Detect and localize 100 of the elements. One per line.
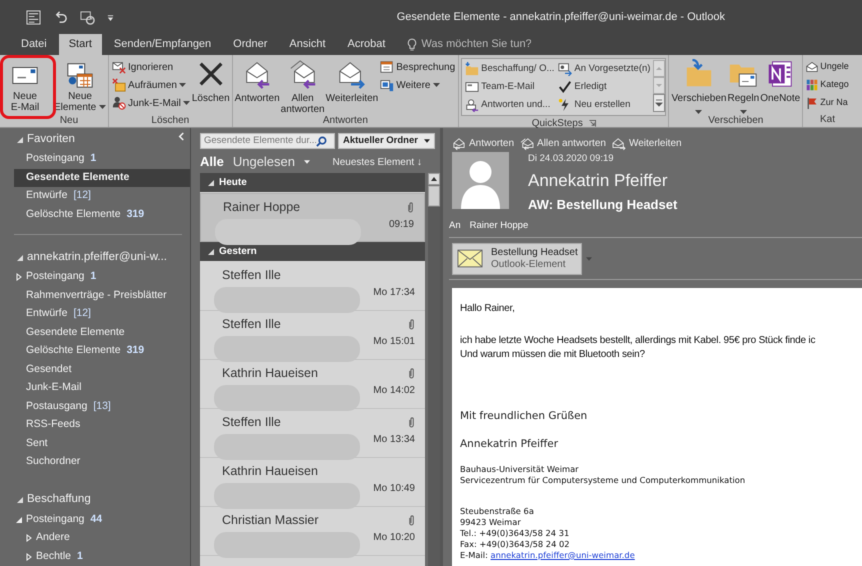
folder-item[interactable]: Sent	[14, 434, 190, 453]
action-button[interactable]: Antworten	[452, 135, 514, 152]
person-block-icon	[112, 96, 126, 110]
ribbon-button[interactable]: Besprechung	[379, 58, 456, 76]
sender-name: Rainer Hoppe	[222, 199, 302, 216]
unread-count: 1	[77, 548, 83, 564]
ribbon-tab[interactable]: Datei	[11, 34, 57, 55]
ribbon-tab[interactable]: Acrobat	[338, 34, 396, 55]
highlight-ring	[0, 55, 56, 119]
group-header[interactable]: Gestern	[200, 242, 425, 261]
ribbon-button[interactable]: Antworten	[234, 57, 280, 113]
quickstep-button[interactable]: Beschaffung/ O...	[464, 60, 556, 78]
undo-icon[interactable]	[53, 10, 68, 24]
ribbon-tab[interactable]: Senden/Empfangen	[104, 34, 222, 55]
sort-button[interactable]: Neuestes Element ↓	[332, 154, 422, 170]
folder-item[interactable]: Gesendete Elemente	[14, 168, 190, 187]
ribbon-button[interactable]: Junk-E-Mail	[111, 94, 191, 112]
filter-tab[interactable]: Ungelesen	[232, 152, 295, 172]
group-label: Neu	[60, 114, 78, 128]
customize-icon[interactable]	[107, 12, 114, 22]
folder-item[interactable]: Gelöschte Elemente 319	[14, 342, 190, 360]
folder-item[interactable]: Suchordner	[14, 453, 190, 472]
ribbon-button[interactable]: Aufräumen	[111, 76, 191, 94]
sender-name: Christian Massier	[221, 512, 320, 529]
unread-count: 319	[126, 206, 144, 222]
caret-icon	[424, 139, 430, 143]
folder-item[interactable]: Gesendete Elemente	[14, 324, 190, 342]
ribbon-button[interactable]: Weitere	[379, 76, 456, 94]
folder-item[interactable]: Entwürfe [12]	[14, 305, 190, 324]
ribbon-tab[interactable]: Ordner	[223, 34, 278, 55]
triangle-icon[interactable]	[208, 248, 214, 254]
ribbon-button[interactable]: Allen antworten	[280, 57, 325, 113]
folder-item[interactable]: Posteingang 1	[14, 150, 190, 168]
chevron-left-icon[interactable]	[178, 132, 185, 141]
scope-dropdown[interactable]: Aktueller Ordner	[338, 133, 435, 149]
window-title: Gesendete Elemente - annekatrin.pfeiffer@uni-weimar.de - Outlook	[396, 10, 725, 25]
search-icon[interactable]	[316, 136, 327, 146]
quickstep-button[interactable]: Team-E-Mail	[464, 78, 556, 96]
triangle-icon[interactable]	[16, 273, 22, 282]
email-link[interactable]: annekatrin.pfeiffer@uni-weimar.de	[490, 550, 635, 560]
checkmark-icon	[558, 80, 572, 94]
triangle-icon[interactable]	[17, 497, 23, 503]
folder-group-header[interactable]: Favoriten	[0, 129, 190, 150]
sender-name: Kathrin Haueisen	[221, 365, 319, 382]
folder-item[interactable]: Bechtle 1	[14, 548, 190, 566]
ribbon-tab[interactable]: Ansicht	[279, 34, 336, 55]
folder-item[interactable]: Posteingang 1	[14, 268, 190, 286]
color-grid-icon	[806, 79, 818, 91]
ribbon-button[interactable]: Katego	[805, 76, 850, 94]
ribbon-button[interactable]: Regeln	[727, 57, 760, 113]
ribbon-button[interactable]: Ungele	[805, 58, 850, 76]
message-time: Mo 15:01	[373, 335, 415, 349]
ribbon-button[interactable]: Verschieben	[671, 57, 726, 113]
triangle-icon[interactable]	[17, 136, 23, 142]
triangle-icon[interactable]	[26, 534, 32, 542]
folder-item[interactable]: Junk-E-Mail	[14, 379, 190, 398]
action-button[interactable]: Allen antworten	[520, 135, 606, 152]
quickstep-button[interactable]: Neu erstellen	[557, 96, 652, 114]
action-button[interactable]: Weiterleiten	[612, 135, 682, 152]
recipient-label: An	[449, 218, 461, 233]
body-text-line: 99423 Weimar	[460, 516, 521, 528]
message-subject: AW: Bestellung Headset	[528, 196, 678, 214]
tell-me-field[interactable]: Was möchten Sie tun?	[421, 36, 532, 53]
ribbon-button[interactable]: Löschen	[192, 57, 230, 113]
folder-item[interactable]: Postausgang [13]	[14, 398, 190, 416]
filter-tab[interactable]: Alle	[200, 152, 224, 172]
quickstep-button[interactable]: Antworten und...	[464, 96, 556, 114]
body-text-line: Fax: +49(0)3643/58 24 02	[460, 538, 570, 550]
group-header[interactable]: Heute	[200, 173, 425, 192]
triangle-icon[interactable]	[17, 254, 23, 260]
message-item[interactable]: Rainer Hoppe 09:19	[200, 193, 425, 242]
envelope-reply-icon	[465, 98, 480, 112]
folder-item[interactable]: Entwürfe [12]	[14, 187, 190, 206]
form-icon[interactable]	[26, 10, 41, 24]
ribbon-button[interactable]: Zur Na	[805, 94, 850, 112]
triangle-icon[interactable]	[208, 180, 214, 186]
folder-item[interactable]: Gesendet	[14, 360, 190, 379]
triangle-icon[interactable]	[16, 516, 22, 523]
dialog-launcher-icon[interactable]	[588, 120, 596, 127]
folder-group-header[interactable]: Beschaffung	[0, 490, 190, 510]
folder-item[interactable]: Posteingang 44	[14, 510, 190, 529]
folder-item[interactable]: RSS-Feeds	[14, 416, 190, 434]
folder-arrow-icon	[465, 62, 480, 76]
sender-name: Steffen Ille	[221, 267, 282, 284]
ribbon-tab[interactable]: Start	[58, 34, 102, 55]
triangle-icon[interactable]	[26, 552, 32, 561]
folder-item[interactable]: Rahmenverträge - Preisblätter	[14, 286, 190, 305]
folder-group-header[interactable]: annekatrin.pfeiffer@uni-w...	[0, 247, 190, 268]
ribbon-button[interactable]: Weiterleiten	[326, 57, 378, 113]
ribbon-button[interactable]: OneNote	[760, 57, 800, 113]
quickstep-button[interactable]: Erledigt	[557, 78, 652, 96]
search-field[interactable]: Gesendete Elemente dur...	[200, 133, 335, 149]
caret-icon[interactable]	[304, 160, 310, 164]
folder-item[interactable]: Gelöschte Elemente 319	[14, 206, 190, 224]
gallery-scroll-icon[interactable]	[653, 59, 666, 113]
envelope-icon	[457, 249, 483, 268]
folder-item[interactable]: Andere	[14, 529, 190, 548]
ribbon-button[interactable]: Ignorieren	[111, 58, 191, 76]
ribbon-button[interactable]: Neue E-Mail	[10, 60, 40, 113]
quickstep-button[interactable]: An Vorgesetzte(n)	[557, 60, 652, 78]
